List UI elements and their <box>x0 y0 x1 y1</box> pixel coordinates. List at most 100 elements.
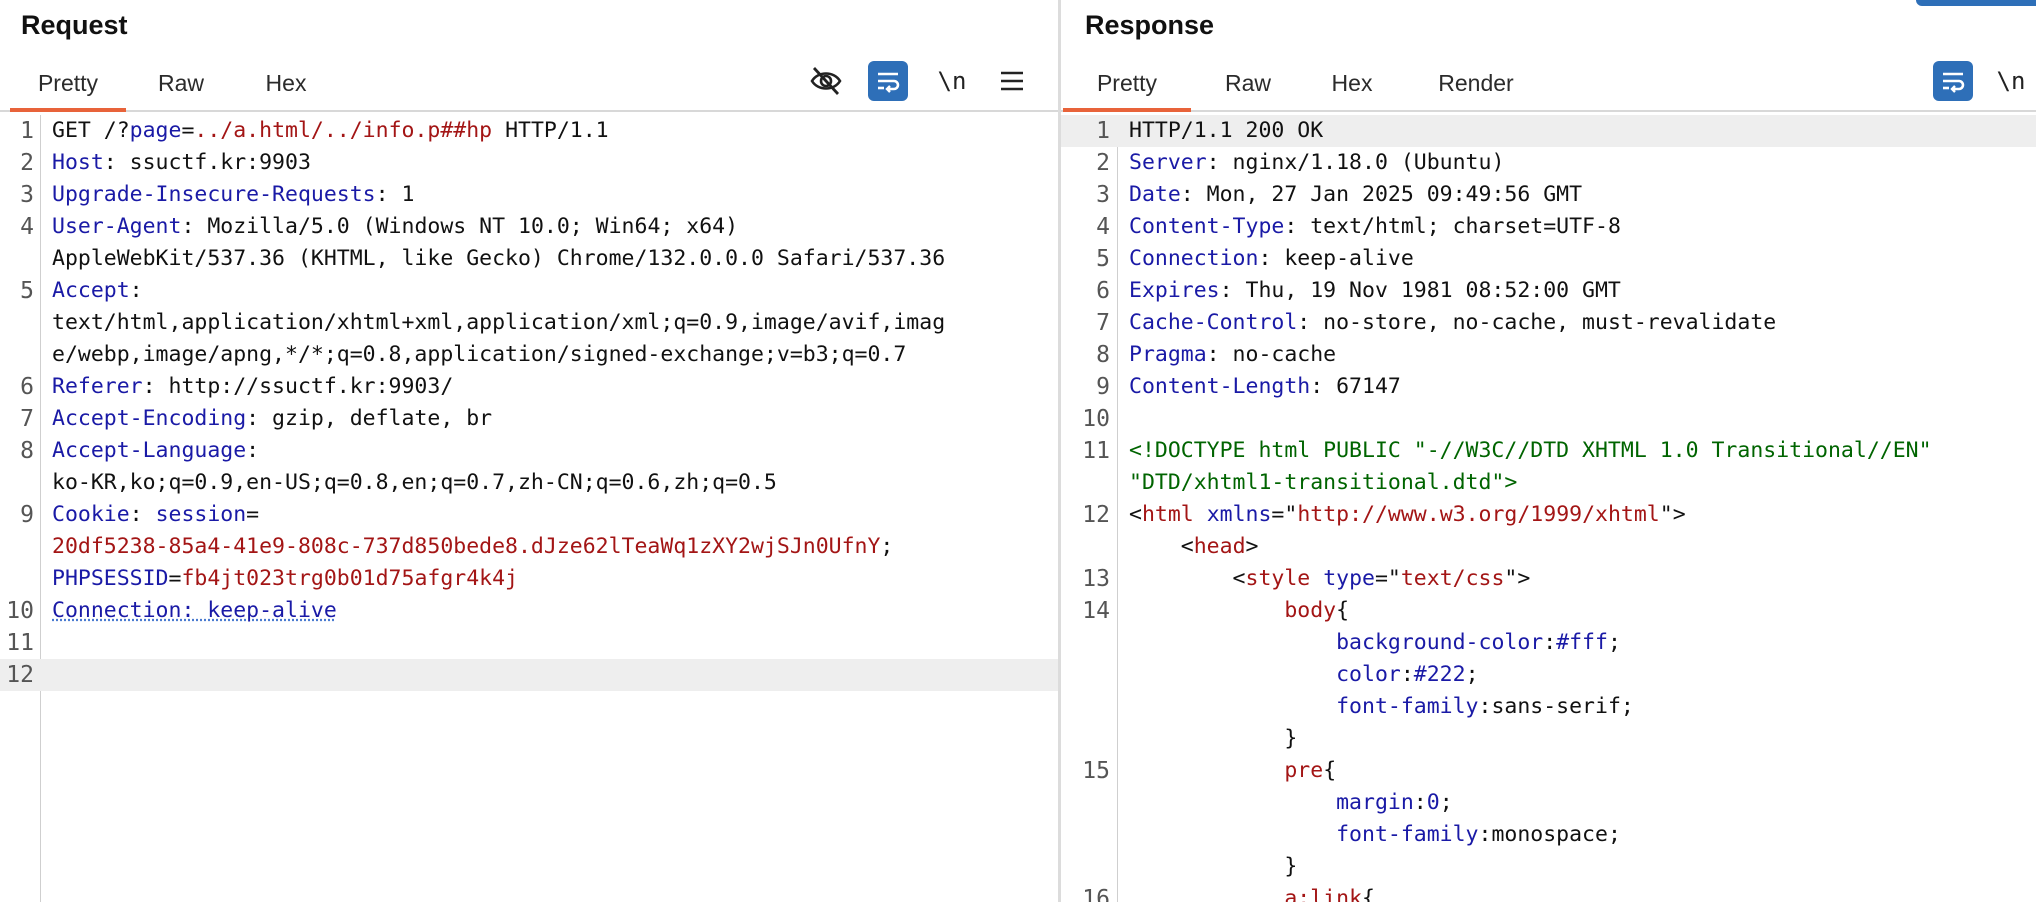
request-editor[interactable]: 1 GET /?page=../a.html/../info.p##hp HTTP… <box>0 115 1058 902</box>
code-token: } <box>1129 726 1298 751</box>
code-token: :monospace; <box>1478 822 1621 847</box>
code-token: Content-Type <box>1129 214 1285 239</box>
code-line[interactable]: } <box>1061 723 2036 755</box>
code-line[interactable]: background-color:#fff; <box>1061 627 2036 659</box>
line-number: 2 <box>1096 150 1110 176</box>
code-line[interactable]: 11 <!DOCTYPE html PUBLIC "-//W3C//DTD XHT… <box>1061 435 2036 467</box>
code-line[interactable]: 16 a:link{ <box>1061 883 2036 902</box>
code-line[interactable]: 9 Cookie: session= <box>0 499 1058 531</box>
code-line[interactable]: 8 Accept-Language: <box>0 435 1058 467</box>
line-number: 8 <box>20 438 34 464</box>
code-line[interactable]: 2 Host: ssuctf.kr:9903 <box>0 147 1058 179</box>
code-line[interactable]: color:#222; <box>1061 659 2036 691</box>
code-line[interactable]: 13 <style type="text/css"> <box>1061 563 2036 595</box>
line-text: font-family:sans-serif; <box>1129 691 1634 723</box>
menu-icon[interactable] <box>992 61 1032 101</box>
code-line[interactable]: text/html,application/xhtml+xml,applicat… <box>0 307 1058 339</box>
line-text: background-color:#fff; <box>1129 627 1621 659</box>
word-wrap-icon[interactable] <box>868 61 908 101</box>
response-tab-hex[interactable]: Hex <box>1319 58 1385 108</box>
line-text: Content-Type: text/html; charset=UTF-8 <box>1129 211 1621 243</box>
code-line[interactable]: 15 pre{ <box>1061 755 2036 787</box>
code-line[interactable]: 10 Connection: keep-alive <box>0 595 1058 627</box>
code-line[interactable]: 2 Server: nginx/1.18.0 (Ubuntu) <box>1061 147 2036 179</box>
line-text: pre{ <box>1129 755 1336 787</box>
code-token: style <box>1245 566 1311 591</box>
code-line[interactable]: 4 User-Agent: Mozilla/5.0 (Windows NT 10.… <box>0 211 1058 243</box>
code-line[interactable]: <head> <box>1061 531 2036 563</box>
code-token: : keep-alive <box>1258 246 1414 271</box>
code-line[interactable]: 5 Accept: <box>0 275 1058 307</box>
code-line[interactable]: 1 HTTP/1.1 200 OK <box>1061 115 2036 147</box>
response-tab-raw[interactable]: Raw <box>1213 58 1283 108</box>
code-line[interactable]: ko-KR,ko;q=0.9,en-US;q=0.8,en;q=0.7,zh-C… <box>0 467 1058 499</box>
code-line[interactable]: 9 Content-Length: 67147 <box>1061 371 2036 403</box>
line-text: <!DOCTYPE html PUBLIC "-//W3C//DTD XHTML… <box>1129 435 1932 467</box>
code-line[interactable]: 7 Cache-Control: no-store, no-cache, must… <box>1061 307 2036 339</box>
code-token: =" <box>1271 502 1298 527</box>
code-line[interactable]: PHPSESSID=fb4jt023trg0b01d75afgr4k4j <box>0 563 1058 595</box>
code-line[interactable]: 6 Referer: http://ssuctf.kr:9903/ <box>0 371 1058 403</box>
line-text: Pragma: no-cache <box>1129 339 1336 371</box>
code-line[interactable]: 3 Date: Mon, 27 Jan 2025 09:49:56 GMT <box>1061 179 2036 211</box>
code-line[interactable]: "DTD/xhtml1-transitional.dtd"> <box>1061 467 2036 499</box>
code-line[interactable]: 20df5238-85a4-41e9-808c-737d850bede8.dJz… <box>0 531 1058 563</box>
code-token: : http://ssuctf.kr:9903/ <box>142 374 454 399</box>
line-number: 8 <box>1096 342 1110 368</box>
code-token: = <box>246 502 260 527</box>
code-line[interactable]: 8 Pragma: no-cache <box>1061 339 2036 371</box>
line-number: 7 <box>1096 310 1110 336</box>
code-token: e/webp,image/apng,*/*;q=0.8,application/… <box>52 342 907 367</box>
code-line[interactable]: AppleWebKit/537.36 (KHTML, like Gecko) C… <box>0 243 1058 275</box>
code-token: : <box>129 278 143 303</box>
response-tab-render[interactable]: Render <box>1421 58 1531 108</box>
code-line[interactable]: 5 Connection: keep-alive <box>1061 243 2036 275</box>
code-line[interactable]: 6 Expires: Thu, 19 Nov 1981 08:52:00 GMT <box>1061 275 2036 307</box>
line-text: Content-Length: 67147 <box>1129 371 1401 403</box>
code-token: : Mon, 27 Jan 2025 09:49:56 GMT <box>1180 182 1583 207</box>
code-line[interactable]: } <box>1061 851 2036 883</box>
newline-toggle-icon[interactable]: \n <box>932 61 972 101</box>
code-line[interactable]: 11 <box>0 627 1058 659</box>
code-token: : Mozilla/5.0 (Windows NT 10.0; Win64; x… <box>181 214 739 239</box>
hide-eye-icon[interactable] <box>806 61 846 101</box>
code-line[interactable]: 14 body{ <box>1061 595 2036 627</box>
request-tab-pretty[interactable]: Pretty <box>10 58 126 112</box>
line-text: Upgrade-Insecure-Requests: 1 <box>52 179 414 211</box>
code-token: Referer <box>52 374 143 399</box>
code-line[interactable]: 7 Accept-Encoding: gzip, deflate, br <box>0 403 1058 435</box>
code-token: "> <box>1504 566 1531 591</box>
line-text: Cookie: session= <box>52 499 259 531</box>
code-line[interactable]: 10 <box>1061 403 2036 435</box>
line-text: Connection: keep-alive <box>1129 243 1414 275</box>
line-text: Accept-Language: <box>52 435 259 467</box>
code-token: ko-KR,ko;q=0.9,en-US;q=0.8,en;q=0.7,zh-C… <box>52 470 777 495</box>
line-number: 5 <box>20 278 34 304</box>
code-token: : <box>1413 790 1427 815</box>
code-line[interactable]: 4 Content-Type: text/html; charset=UTF-8 <box>1061 211 2036 243</box>
word-wrap-icon[interactable] <box>1933 61 1973 101</box>
code-token: fb4jt023trg0b01d75afgr4k4j <box>181 566 518 591</box>
code-token: Cookie <box>52 502 130 527</box>
line-text: font-family:monospace; <box>1129 819 1621 851</box>
newline-toggle-icon[interactable]: \n <box>1991 61 2031 101</box>
code-line[interactable]: 12 <box>0 659 1058 691</box>
code-line[interactable]: margin:0; <box>1061 787 2036 819</box>
response-tab-pretty[interactable]: Pretty <box>1063 58 1191 112</box>
line-number: 10 <box>1082 406 1110 432</box>
response-editor[interactable]: 1 HTTP/1.1 200 OK 2 Server: nginx/1.18.0 (U… <box>1061 115 2036 902</box>
code-line[interactable]: e/webp,image/apng,*/*;q=0.8,application/… <box>0 339 1058 371</box>
code-line[interactable]: font-family:sans-serif; <box>1061 691 2036 723</box>
line-text: GET /?page=../a.html/../info.p##hp HTTP/… <box>52 115 609 147</box>
line-number: 3 <box>20 182 34 208</box>
code-line[interactable]: 1 GET /?page=../a.html/../info.p##hp HTTP… <box>0 115 1058 147</box>
code-line[interactable]: 12 <html xmlns="http://www.w3.org/1999/xh… <box>1061 499 2036 531</box>
code-token: a:link <box>1284 886 1363 902</box>
request-tab-hex[interactable]: Hex <box>248 58 324 108</box>
line-text: Host: ssuctf.kr:9903 <box>52 147 311 179</box>
code-token: type <box>1323 566 1375 591</box>
code-line[interactable]: font-family:monospace; <box>1061 819 2036 851</box>
code-line[interactable]: 3 Upgrade-Insecure-Requests: 1 <box>0 179 1058 211</box>
request-tab-raw[interactable]: Raw <box>142 58 220 108</box>
